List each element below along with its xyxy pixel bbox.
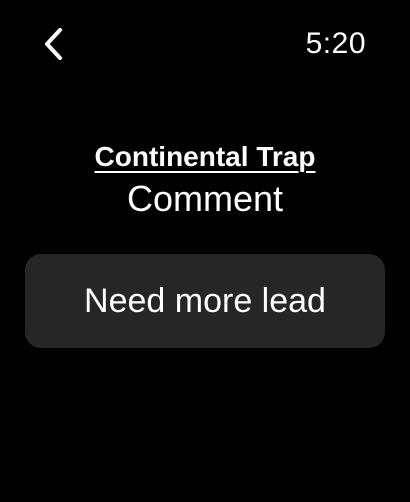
- page-title: Continental Trap: [94, 141, 316, 172]
- status-bar: 5:20: [0, 0, 410, 90]
- page-subtitle: Comment: [126, 178, 284, 219]
- chevron-left-icon: [42, 24, 66, 64]
- comment-card[interactable]: Need more lead: [25, 254, 385, 348]
- back-button[interactable]: [28, 20, 80, 68]
- comment-text: Need more lead: [84, 282, 326, 320]
- clock: 5:20: [305, 27, 366, 60]
- header: Continental Trap Comment: [0, 138, 410, 222]
